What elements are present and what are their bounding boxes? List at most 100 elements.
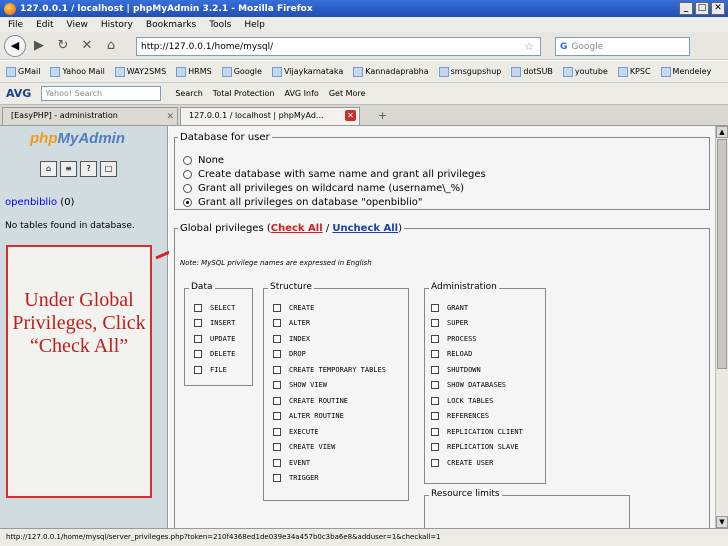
back-button[interactable]: ◀ <box>4 34 26 57</box>
checkbox-reload[interactable]: RELOAD <box>431 350 472 358</box>
checkbox-update[interactable]: UPDATE <box>194 335 235 343</box>
bookmark-icon <box>114 66 125 77</box>
bookmark-google[interactable]: Google <box>221 66 262 77</box>
close-tab-icon[interactable]: ✕ <box>166 109 174 125</box>
checkbox-alter[interactable]: ALTER <box>273 319 310 327</box>
bookmark-mendeley[interactable]: Mendeley <box>660 66 711 77</box>
close-tab-icon[interactable]: ✕ <box>345 110 356 121</box>
radio-grant-database[interactable]: Grant all privileges on database "openbi… <box>183 197 423 208</box>
radio-create-database[interactable]: Create database with same name and grant… <box>183 169 486 180</box>
checkbox-icon <box>431 381 439 389</box>
vertical-scrollbar[interactable]: ▲ ▼ <box>715 126 728 528</box>
radio-icon[interactable] <box>183 184 192 193</box>
avg-search-button[interactable]: Search <box>175 89 202 98</box>
sql-query-icon[interactable]: ≡ <box>60 161 77 177</box>
home-button[interactable]: ⌂ <box>102 37 120 55</box>
home-icon[interactable]: ⌂ <box>40 161 57 177</box>
checkbox-icon <box>194 319 202 327</box>
menu-edit[interactable]: Edit <box>36 20 53 30</box>
checkbox-event[interactable]: EVENT <box>273 459 310 467</box>
help-icon[interactable]: □ <box>100 161 117 177</box>
uncheck-all-link[interactable]: Uncheck All <box>332 223 398 234</box>
administration-privileges-group: Administration GRANT SUPER PROCESS RELOA… <box>424 282 546 484</box>
avg-get-more[interactable]: Get More <box>329 89 366 98</box>
checkbox-super[interactable]: SUPER <box>431 319 468 327</box>
checkbox-execute[interactable]: EXECUTE <box>273 428 319 436</box>
checkbox-lock-tables[interactable]: LOCK TABLES <box>431 397 493 405</box>
menu-view[interactable]: View <box>67 20 88 30</box>
checkbox-show-databases[interactable]: SHOW DATABASES <box>431 381 506 389</box>
maximize-button[interactable]: □ <box>695 2 709 15</box>
tab-phpmyadmin[interactable]: 127.0.0.1 / localhost | phpMyAd... ✕ <box>180 107 360 125</box>
bookmark-youtube[interactable]: youtube <box>562 66 608 77</box>
checkbox-index[interactable]: INDEX <box>273 335 310 343</box>
checkbox-trigger[interactable]: TRIGGER <box>273 474 319 482</box>
new-tab-icon[interactable]: + <box>378 109 387 122</box>
bookmark-smsgupshup[interactable]: smsgupshup <box>438 66 501 77</box>
checkbox-insert[interactable]: INSERT <box>194 319 235 327</box>
stop-button[interactable]: ✕ <box>78 37 96 55</box>
scroll-thumb[interactable] <box>717 139 727 369</box>
forward-button[interactable]: ▶ <box>30 37 48 55</box>
checkbox-create-temporary-tables[interactable]: CREATE TEMPORARY TABLES <box>273 366 386 374</box>
url-bar[interactable]: http://127.0.0.1/home/mysql/ ☆ <box>136 37 541 56</box>
avg-total-protection[interactable]: Total Protection <box>213 89 275 98</box>
reload-icon: ↻ <box>57 38 69 53</box>
menu-history[interactable]: History <box>101 20 133 30</box>
avg-search-input[interactable]: Yahoo! Search <box>41 86 162 101</box>
checkbox-select[interactable]: SELECT <box>194 304 235 312</box>
menu-help[interactable]: Help <box>244 20 265 30</box>
bookmark-hrms[interactable]: HRMS <box>176 66 212 77</box>
bookmark-star-icon[interactable]: ☆ <box>524 40 534 53</box>
radio-icon[interactable] <box>183 170 192 179</box>
checkbox-create-routine[interactable]: CREATE ROUTINE <box>273 397 348 405</box>
checkbox-create-view[interactable]: CREATE VIEW <box>273 443 335 451</box>
bookmark-way2sms[interactable]: WAY2SMS <box>114 66 166 77</box>
stop-icon: ✕ <box>81 38 93 53</box>
checkbox-create[interactable]: CREATE <box>273 304 314 312</box>
radio-selected-icon[interactable] <box>183 198 192 207</box>
checkbox-show-view[interactable]: SHOW VIEW <box>273 381 327 389</box>
checkbox-create-user[interactable]: CREATE USER <box>431 459 493 467</box>
checkbox-replication-client[interactable]: REPLICATION CLIENT <box>431 428 523 436</box>
radio-grant-wildcard[interactable]: Grant all privileges on wildcard name (u… <box>183 183 464 194</box>
window-title: 127.0.0.1 / localhost | phpMyAdmin 3.2.1… <box>20 3 313 14</box>
bookmark-gmail[interactable]: GMail <box>6 66 40 77</box>
bookmark-vijaykarnataka[interactable]: Vijaykarnataka <box>271 66 343 77</box>
checkbox-delete[interactable]: DELETE <box>194 350 235 358</box>
close-window-button[interactable]: ✕ <box>711 2 725 15</box>
bookmark-kannadaprabha[interactable]: Kannadaprabha <box>353 66 429 77</box>
phpmyadmin-logo[interactable]: phpMyAdmin <box>30 130 125 147</box>
checkbox-replication-slave[interactable]: REPLICATION SLAVE <box>431 443 519 451</box>
checkbox-drop[interactable]: DROP <box>273 350 306 358</box>
minimize-button[interactable]: _ <box>679 2 693 15</box>
scroll-up-icon[interactable]: ▲ <box>716 126 728 138</box>
menu-tools[interactable]: Tools <box>209 20 231 30</box>
database-selector[interactable]: openbiblio (0) <box>5 197 74 208</box>
radio-icon[interactable] <box>183 156 192 165</box>
checkbox-file[interactable]: FILE <box>194 366 227 374</box>
checkbox-references[interactable]: REFERENCES <box>431 412 489 420</box>
menu-file[interactable]: File <box>8 20 23 30</box>
avg-info[interactable]: AVG Info <box>285 89 319 98</box>
checkbox-icon <box>273 366 281 374</box>
checkbox-shutdown[interactable]: SHUTDOWN <box>431 366 481 374</box>
scroll-down-icon[interactable]: ▼ <box>716 516 728 528</box>
bookmark-yahoo-mail[interactable]: Yahoo Mail <box>50 66 105 77</box>
menu-bookmarks[interactable]: Bookmarks <box>146 20 196 30</box>
data-privileges-group: Data SELECT INSERT UPDATE DELETE FILE <box>184 282 253 386</box>
radio-none[interactable]: None <box>183 155 224 166</box>
checkbox-grant[interactable]: GRANT <box>431 304 468 312</box>
firefox-icon <box>4 2 16 15</box>
check-all-link[interactable]: Check All <box>271 223 323 234</box>
checkbox-process[interactable]: PROCESS <box>431 335 477 343</box>
documentation-icon[interactable]: ? <box>80 161 97 177</box>
tab-easyphp[interactable]: [EasyPHP] - administration ✕ <box>2 107 178 125</box>
navigation-toolbar: ◀ ▶ ↻ ✕ ⌂ http://127.0.0.1/home/mysql/ ☆… <box>0 32 728 60</box>
bookmark-kpsc[interactable]: KPSC <box>617 66 651 77</box>
checkbox-alter-routine[interactable]: ALTER ROUTINE <box>273 412 344 420</box>
bookmark-dotsub[interactable]: dotSUB <box>511 66 553 77</box>
checkbox-icon <box>273 412 281 420</box>
reload-button[interactable]: ↻ <box>54 37 72 55</box>
search-box[interactable]: G Google <box>555 37 690 56</box>
